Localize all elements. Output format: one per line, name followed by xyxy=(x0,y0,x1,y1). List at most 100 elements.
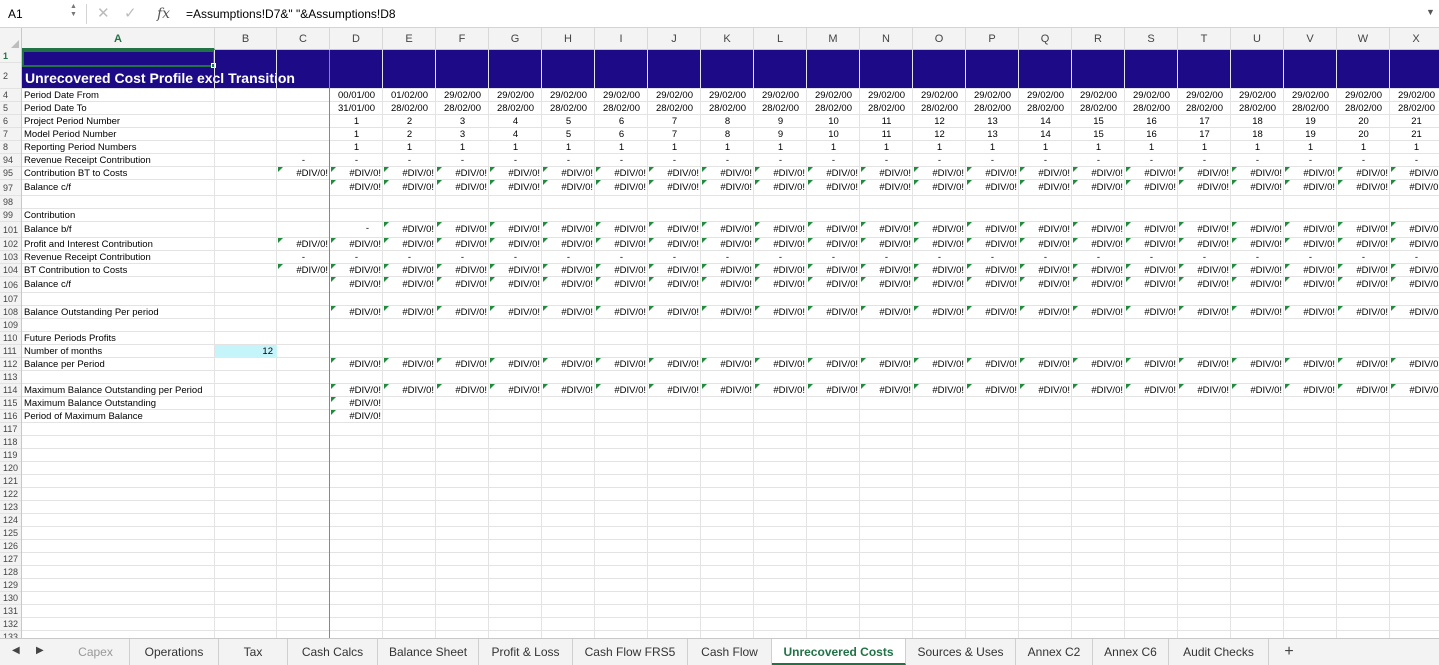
period-from-cell[interactable]: 29/02/00 xyxy=(1072,89,1125,102)
error-cell[interactable]: #DIV/0! xyxy=(595,180,648,196)
error-cell[interactable]: #DIV/0! xyxy=(595,222,648,238)
row-header-123[interactable]: 123 xyxy=(0,501,21,514)
row-header-125[interactable]: 125 xyxy=(0,527,21,540)
error-cell[interactable]: #DIV/0! xyxy=(1231,306,1284,319)
period-from-cell[interactable]: 29/02/00 xyxy=(966,89,1019,102)
dash-cell[interactable]: - xyxy=(860,251,913,264)
model-period-cell[interactable]: 21 xyxy=(1390,128,1439,141)
row-header-129[interactable]: 129 xyxy=(0,579,21,592)
error-cell[interactable]: #DIV/0! xyxy=(1390,238,1439,251)
dash-cell[interactable]: - xyxy=(754,154,807,167)
period-from-cell[interactable]: 00/01/00 xyxy=(330,89,383,102)
dash-cell[interactable]: - xyxy=(595,251,648,264)
sheet-tab-sources-uses[interactable]: Sources & Uses xyxy=(906,639,1016,665)
row-header-1[interactable]: 1 xyxy=(0,50,21,63)
dash-cell[interactable]: - xyxy=(542,154,595,167)
error-cell[interactable]: #DIV/0! xyxy=(1125,358,1178,371)
project-period-cell[interactable]: 2 xyxy=(383,115,436,128)
error-cell[interactable]: #DIV/0! xyxy=(1072,167,1125,180)
error-cell[interactable]: #DIV/0! xyxy=(1125,167,1178,180)
period-from-cell[interactable]: 29/02/00 xyxy=(807,89,860,102)
row-header-112[interactable]: 112 xyxy=(0,358,21,371)
error-cell[interactable]: #DIV/0! xyxy=(1019,180,1072,196)
error-cell[interactable]: #DIV/0! xyxy=(754,167,807,180)
error-cell[interactable]: #DIV/0! xyxy=(383,222,436,238)
period-to-cell[interactable]: 28/02/00 xyxy=(701,102,754,115)
error-cell[interactable]: #DIV/0! xyxy=(1125,384,1178,397)
project-period-cell[interactable]: 11 xyxy=(860,115,913,128)
column-header-g[interactable]: G xyxy=(489,28,542,50)
error-cell[interactable]: #DIV/0! xyxy=(1390,264,1439,277)
dash-cell[interactable]: - xyxy=(966,251,1019,264)
error-cell[interactable]: #DIV/0! xyxy=(1019,306,1072,319)
column-header-x[interactable]: X xyxy=(1390,28,1439,50)
row-header-128[interactable]: 128 xyxy=(0,566,21,579)
period-from-cell[interactable]: 29/02/00 xyxy=(436,89,489,102)
error-cell[interactable]: #DIV/0! xyxy=(595,384,648,397)
column-header-n[interactable]: N xyxy=(860,28,913,50)
column-header-q[interactable]: Q xyxy=(1019,28,1072,50)
error-cell[interactable]: #DIV/0! xyxy=(1390,384,1439,397)
number-of-months-input[interactable]: 12 xyxy=(215,345,277,358)
row-header-132[interactable]: 132 xyxy=(0,618,21,631)
dash-cell[interactable]: - xyxy=(1125,251,1178,264)
row-header-113[interactable]: 113 xyxy=(0,371,21,384)
error-cell[interactable]: #DIV/0! xyxy=(383,264,436,277)
sheet-tab-unrecovered-costs[interactable]: Unrecovered Costs xyxy=(772,639,906,665)
dash-cell[interactable]: - xyxy=(330,154,383,167)
formula-input[interactable]: =Assumptions!D7&" "&Assumptions!D8 xyxy=(186,4,396,24)
period-to-cell[interactable]: 28/02/00 xyxy=(1072,102,1125,115)
row-header-119[interactable]: 119 xyxy=(0,449,21,462)
dash-cell[interactable]: - xyxy=(1390,251,1439,264)
error-cell[interactable]: #DIV/0! xyxy=(754,238,807,251)
error-cell[interactable]: #DIV/0! xyxy=(1337,277,1390,293)
error-cell[interactable]: #DIV/0! xyxy=(542,180,595,196)
error-cell[interactable]: #DIV/0! xyxy=(913,384,966,397)
dash-cell[interactable]: - xyxy=(754,251,807,264)
error-cell[interactable]: #DIV/0! xyxy=(542,306,595,319)
row-header-94[interactable]: 94 xyxy=(0,154,21,167)
error-cell[interactable]: #DIV/0! xyxy=(1178,358,1231,371)
error-cell[interactable]: #DIV/0! xyxy=(1019,264,1072,277)
dash-cell[interactable]: - xyxy=(595,154,648,167)
select-all-corner[interactable] xyxy=(0,28,22,50)
column-header-f[interactable]: F xyxy=(436,28,489,50)
model-period-cell[interactable]: 20 xyxy=(1337,128,1390,141)
sheet-tab-cash-calcs[interactable]: Cash Calcs xyxy=(288,639,378,665)
project-period-cell[interactable]: 16 xyxy=(1125,115,1178,128)
period-to-cell[interactable]: 28/02/00 xyxy=(966,102,1019,115)
error-cell[interactable]: #DIV/0! xyxy=(1231,277,1284,293)
error-cell[interactable]: #DIV/0! xyxy=(542,238,595,251)
model-period-cell[interactable]: 14 xyxy=(1019,128,1072,141)
model-period-cell[interactable]: 16 xyxy=(1125,128,1178,141)
error-cell[interactable]: #DIV/0! xyxy=(1072,277,1125,293)
error-cell[interactable]: #DIV/0! xyxy=(754,222,807,238)
cell-selection[interactable] xyxy=(22,50,215,67)
reporting-period-cell[interactable]: 1 xyxy=(1390,141,1439,154)
period-from-cell[interactable]: 29/02/00 xyxy=(754,89,807,102)
period-to-cell[interactable]: 28/02/00 xyxy=(860,102,913,115)
cells-area[interactable]: Unrecovered Cost Profile excl Transition… xyxy=(22,50,1439,638)
reporting-period-cell[interactable]: 1 xyxy=(1019,141,1072,154)
error-cell[interactable]: #DIV/0! xyxy=(383,180,436,196)
error-cell[interactable]: #DIV/0! xyxy=(648,238,701,251)
error-cell[interactable]: #DIV/0! xyxy=(1337,264,1390,277)
error-cell[interactable]: #DIV/0! xyxy=(1125,277,1178,293)
dash-cell[interactable]: - xyxy=(807,154,860,167)
error-cell[interactable]: #DIV/0! xyxy=(1125,222,1178,238)
period-to-cell[interactable]: 28/02/00 xyxy=(1337,102,1390,115)
error-cell[interactable]: #DIV/0! xyxy=(966,384,1019,397)
row-header-95[interactable]: 95 xyxy=(0,167,21,180)
reporting-period-cell[interactable]: 1 xyxy=(648,141,701,154)
error-cell[interactable]: #DIV/0! xyxy=(913,222,966,238)
error-cell[interactable]: #DIV/0! xyxy=(807,306,860,319)
project-period-cell[interactable]: 13 xyxy=(966,115,1019,128)
period-from-cell[interactable]: 29/02/00 xyxy=(1125,89,1178,102)
dash-cell[interactable]: - xyxy=(1072,251,1125,264)
error-cell[interactable]: #DIV/0! xyxy=(701,180,754,196)
dash-cell[interactable]: - xyxy=(807,251,860,264)
error-cell[interactable]: #DIV/0! xyxy=(436,384,489,397)
error-cell[interactable]: #DIV/0! xyxy=(1178,277,1231,293)
error-cell[interactable]: #DIV/0! xyxy=(1125,238,1178,251)
dash-cell[interactable]: - xyxy=(436,251,489,264)
